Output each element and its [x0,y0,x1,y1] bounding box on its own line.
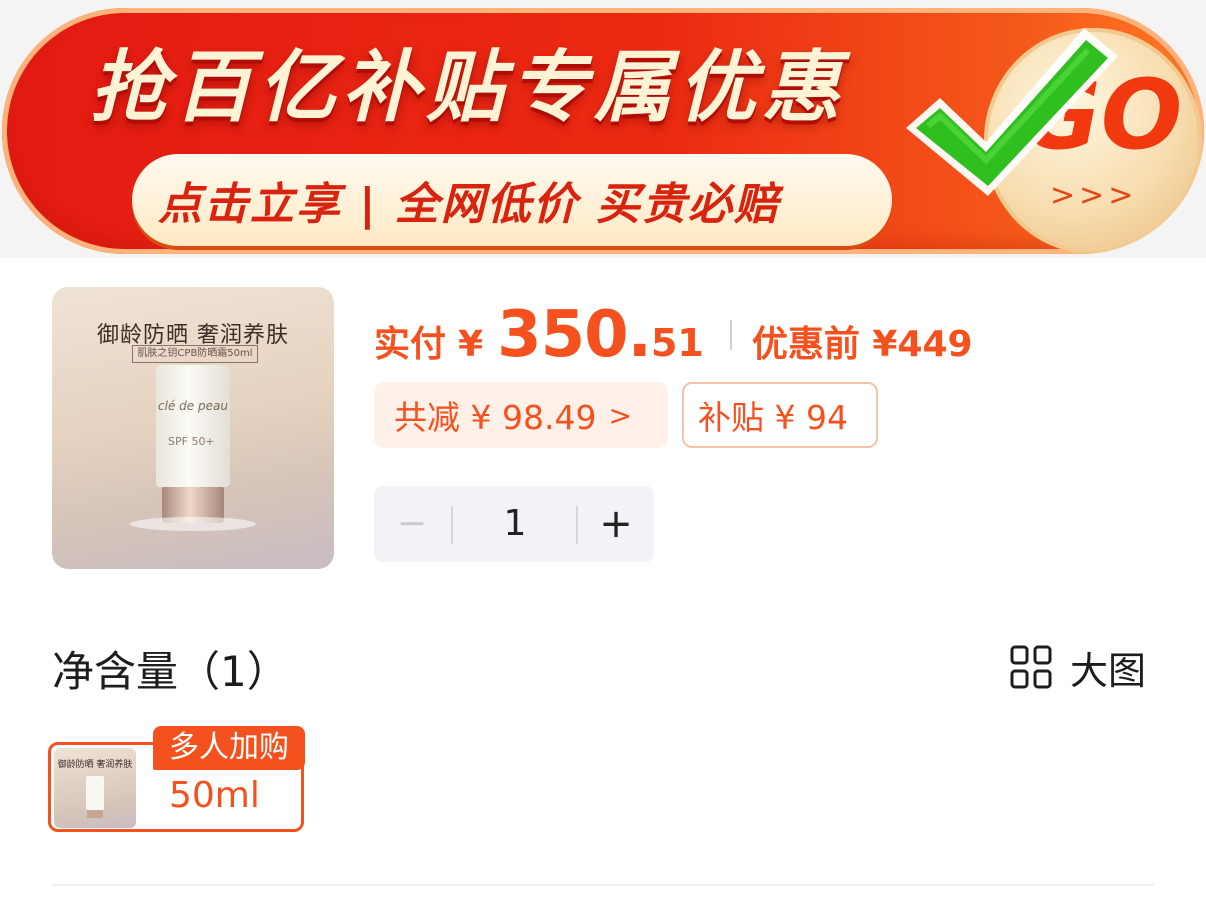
spec-option-label: 50ml [169,775,260,816]
product-pedestal [130,517,256,531]
spec-option-thumbnail: 御龄防晒 奢润养肤 [54,748,136,828]
increment-button[interactable]: + [578,486,654,562]
quantity-input[interactable]: 1 [454,486,576,562]
discount-chip[interactable]: 共减 ¥ 98.49 > [374,382,668,448]
quantity-stepper: − 1 + [374,486,654,562]
price-separator [729,320,732,350]
stepper-divider [451,506,453,544]
price-decimal: 51 [650,321,704,365]
banner-title: 抢百亿补贴专属优惠 [90,43,847,133]
big-image-label: 大图 [1070,648,1147,693]
spec-option-thumb-cap [87,810,103,818]
check-icon [906,28,1118,196]
price-row: 实付 ¥ 350. 51 优惠前 ¥449 [374,298,973,372]
product-spf: SPF 50+ [168,435,215,448]
subsidy-text: 补贴 ¥ 94 [698,398,848,437]
price-integer: 350. [497,298,652,372]
spec-option-thumb-title: 御龄防晒 奢润养肤 [57,760,133,770]
spec-option-50ml[interactable]: 御龄防晒 奢润养肤 多人加购 50ml [48,726,305,832]
decrement-button[interactable]: − [374,486,450,562]
chevron-right-icon: > [608,398,632,432]
popular-badge: 多人加购 [153,726,305,770]
original-price: 优惠前 ¥449 [751,324,973,365]
spec-title: 净含量（1） [52,647,289,696]
price-currency: ¥ [458,324,484,365]
big-image-toggle[interactable]: 大图 [1010,643,1146,693]
banner-subtitle: 点击立享 | 全网低价 买贵必赔 [158,179,781,230]
price-label: 实付 [374,324,447,365]
subsidy-chip: 补贴 ¥ 94 [682,382,878,448]
discount-text: 共减 ¥ 98.49 [394,398,597,437]
spec-option-thumb-tube [86,776,104,810]
product-image[interactable]: 御龄防晒 奢润养肤 肌肤之钥CPB防晒霜50ml clé de peau SPF… [52,287,334,569]
banner-subtitle-pill: 点击立享 | 全网低价 买贵必赔 [132,154,892,246]
product-tube: clé de peau SPF 50+ [156,365,230,487]
product-image-subtitle: 肌肤之钥CPB防晒霜50ml [132,345,258,363]
product-brand: clé de peau [158,399,228,413]
grid-icon [1010,645,1052,689]
section-divider [52,884,1154,886]
